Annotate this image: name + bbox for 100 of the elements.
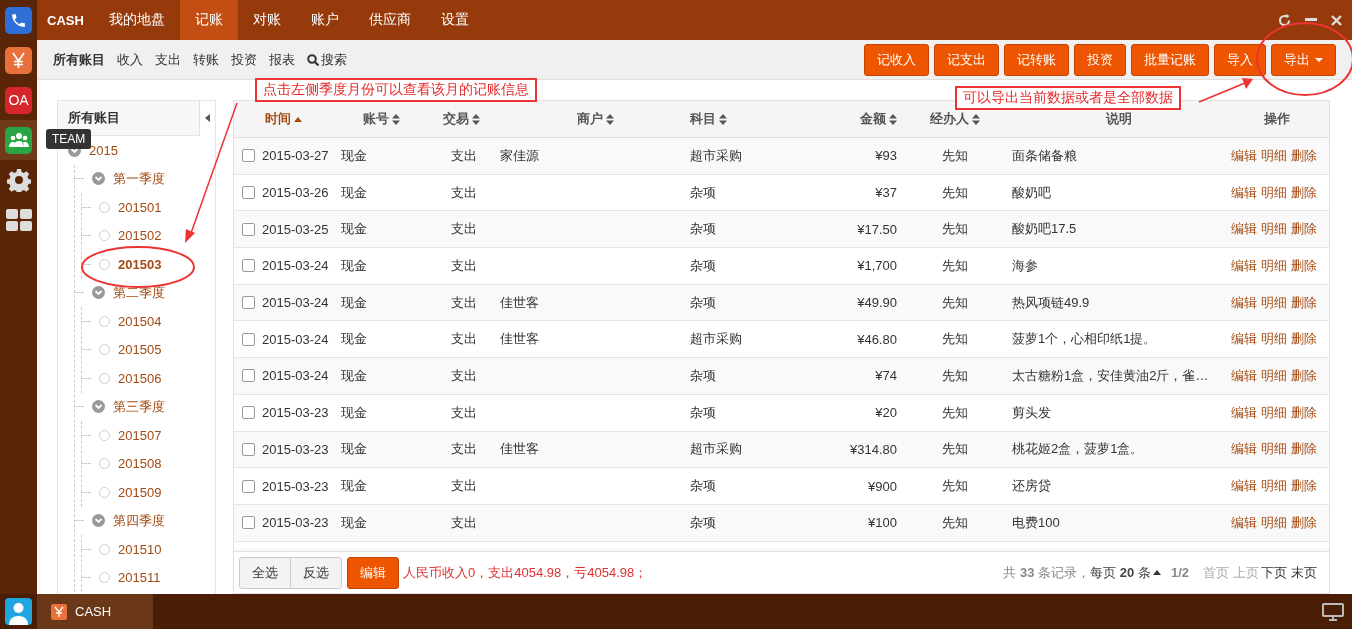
column-header[interactable]: 时间: [262, 110, 341, 128]
monitor-icon[interactable]: [1322, 602, 1344, 621]
row-checkbox[interactable]: [242, 516, 255, 530]
action-button[interactable]: 导入: [1214, 43, 1266, 76]
row-action-link[interactable]: 明细: [1261, 330, 1287, 349]
team-icon[interactable]: [5, 126, 32, 154]
taskbar-item[interactable]: CASH: [37, 594, 153, 629]
subnav-link[interactable]: 投资: [231, 50, 257, 69]
row-action-link[interactable]: 编辑: [1231, 513, 1257, 532]
tree-item[interactable]: 201501: [118, 199, 162, 215]
row-checkbox[interactable]: [242, 296, 255, 310]
tree-item[interactable]: 201511: [118, 570, 161, 586]
row-action-link[interactable]: 明细: [1261, 256, 1287, 275]
row-action-link[interactable]: 明细: [1261, 440, 1287, 459]
row-action-link[interactable]: 编辑: [1231, 256, 1257, 275]
tree-item[interactable]: 201506: [118, 370, 162, 386]
row-action-link[interactable]: 编辑: [1231, 183, 1257, 202]
edit-button[interactable]: 编辑: [347, 556, 399, 589]
sort-icon[interactable]: [472, 113, 480, 125]
nav-tab[interactable]: 设置: [425, 0, 484, 40]
column-header[interactable]: 科目: [690, 110, 810, 128]
row-action-link[interactable]: 删除: [1291, 256, 1317, 275]
action-button[interactable]: 投资: [1074, 43, 1126, 76]
tree-item[interactable]: 第二季度: [113, 283, 165, 302]
row-checkbox[interactable]: [242, 149, 255, 163]
pager-link[interactable]: 末页: [1291, 563, 1317, 582]
close-icon[interactable]: [1331, 14, 1342, 26]
row-action-link[interactable]: 删除: [1291, 440, 1317, 459]
select-button[interactable]: 全选: [239, 556, 291, 589]
sort-up-icon[interactable]: [294, 116, 302, 122]
row-action-link[interactable]: 明细: [1261, 403, 1287, 422]
row-action-link[interactable]: 编辑: [1231, 477, 1257, 496]
sort-icon[interactable]: [392, 113, 400, 125]
subnav-link[interactable]: 所有账目: [53, 50, 105, 69]
subnav-link[interactable]: 收入: [117, 50, 143, 69]
subnav-link[interactable]: 搜索: [307, 50, 347, 69]
row-action-link[interactable]: 编辑: [1231, 220, 1257, 239]
column-header[interactable]: 账号: [341, 110, 443, 128]
user-avatar-icon[interactable]: [5, 598, 32, 625]
dropdown-button[interactable]: 导出: [1271, 43, 1336, 76]
minimize-icon[interactable]: [1305, 18, 1317, 22]
row-action-link[interactable]: 删除: [1291, 330, 1317, 349]
row-action-link[interactable]: 明细: [1261, 366, 1287, 385]
nav-tab[interactable]: 对账: [237, 0, 296, 40]
yen-icon[interactable]: [5, 46, 32, 74]
grid-icon[interactable]: [5, 206, 32, 234]
action-button[interactable]: 记收入: [864, 43, 929, 76]
row-checkbox[interactable]: [242, 406, 255, 420]
pager-link[interactable]: 下页: [1261, 563, 1287, 582]
row-action-link[interactable]: 编辑: [1231, 293, 1257, 312]
row-action-link[interactable]: 明细: [1261, 293, 1287, 312]
row-action-link[interactable]: 编辑: [1231, 330, 1257, 349]
row-action-link[interactable]: 删除: [1291, 220, 1317, 239]
row-action-link[interactable]: 明细: [1261, 513, 1287, 532]
tree-item[interactable]: 201507: [118, 427, 162, 443]
row-action-link[interactable]: 删除: [1291, 513, 1317, 532]
row-checkbox[interactable]: [242, 222, 255, 236]
subnav-link[interactable]: 转账: [193, 50, 219, 69]
row-action-link[interactable]: 明细: [1261, 183, 1287, 202]
column-header[interactable]: 商户: [500, 110, 690, 128]
tree-item[interactable]: 201502: [118, 228, 162, 244]
action-button[interactable]: 记转账: [1004, 43, 1069, 76]
row-action-link[interactable]: 删除: [1291, 366, 1317, 385]
tree-item[interactable]: 第四季度: [113, 511, 165, 530]
tree-item[interactable]: 201508: [118, 456, 162, 472]
tree-item[interactable]: 201510: [118, 541, 162, 557]
row-checkbox[interactable]: [242, 186, 255, 200]
action-button[interactable]: 记支出: [934, 43, 999, 76]
row-action-link[interactable]: 编辑: [1231, 403, 1257, 422]
column-header[interactable]: 经办人: [897, 110, 1012, 128]
tree-item[interactable]: 2015: [89, 142, 118, 158]
tree-item[interactable]: 201503: [118, 256, 162, 272]
row-action-link[interactable]: 删除: [1291, 293, 1317, 312]
action-button[interactable]: 批量记账: [1131, 43, 1209, 76]
row-action-link[interactable]: 删除: [1291, 403, 1317, 422]
tree-item[interactable]: 201505: [118, 342, 162, 358]
nav-tab[interactable]: 记账: [179, 0, 238, 40]
select-button[interactable]: 反选: [290, 556, 342, 589]
sort-icon[interactable]: [605, 113, 614, 125]
oa-icon[interactable]: OA: [5, 86, 32, 114]
row-action-link[interactable]: 明细: [1261, 146, 1287, 165]
row-action-link[interactable]: 删除: [1291, 477, 1317, 496]
subnav-link[interactable]: 报表: [269, 50, 295, 69]
refresh-icon[interactable]: [1278, 13, 1291, 27]
sort-icon[interactable]: [719, 113, 727, 125]
nav-tab[interactable]: 我的地盘: [93, 0, 180, 40]
collapse-handle[interactable]: [199, 101, 215, 136]
sort-icon[interactable]: [971, 113, 980, 125]
tree-item[interactable]: 第一季度: [113, 169, 165, 188]
row-checkbox[interactable]: [242, 259, 255, 273]
column-header[interactable]: 交易: [443, 110, 500, 128]
row-action-link[interactable]: 编辑: [1231, 440, 1257, 459]
row-action-link[interactable]: 删除: [1291, 183, 1317, 202]
subnav-link[interactable]: 支出: [155, 50, 181, 69]
row-action-link[interactable]: 编辑: [1231, 366, 1257, 385]
nav-tab[interactable]: 供应商: [353, 0, 426, 40]
phone-icon[interactable]: [5, 6, 32, 34]
page-size-selector[interactable]: 每页 20 条: [1090, 563, 1161, 582]
tree-item[interactable]: 201509: [118, 484, 162, 500]
row-checkbox[interactable]: [242, 442, 255, 456]
